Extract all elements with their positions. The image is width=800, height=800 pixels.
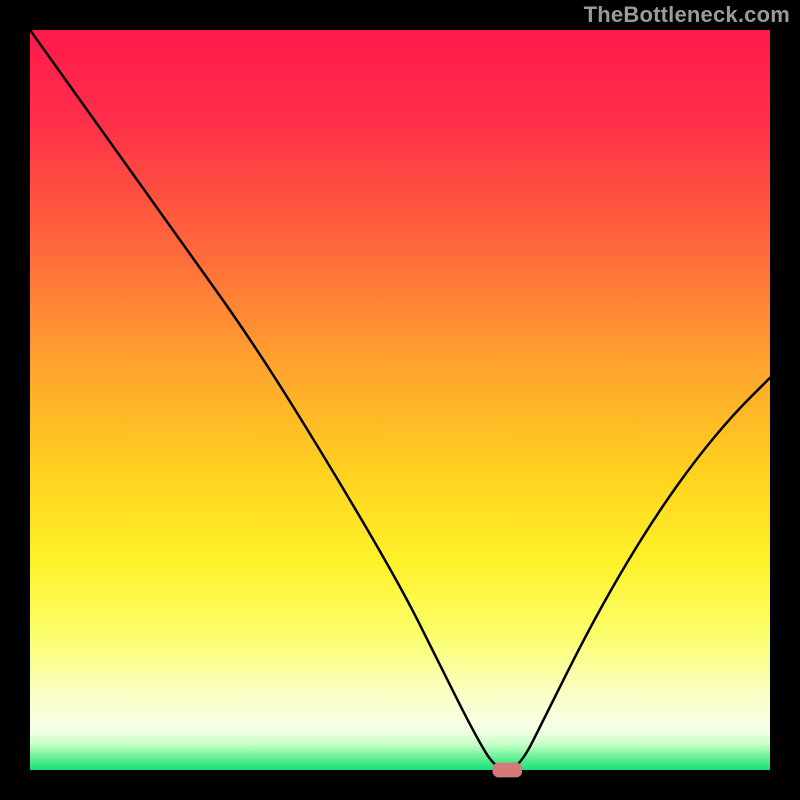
watermark-text: TheBottleneck.com — [584, 2, 790, 28]
plot-background — [30, 30, 770, 770]
optimal-point-marker — [493, 763, 523, 778]
bottleneck-chart — [0, 0, 800, 800]
chart-frame: TheBottleneck.com — [0, 0, 800, 800]
